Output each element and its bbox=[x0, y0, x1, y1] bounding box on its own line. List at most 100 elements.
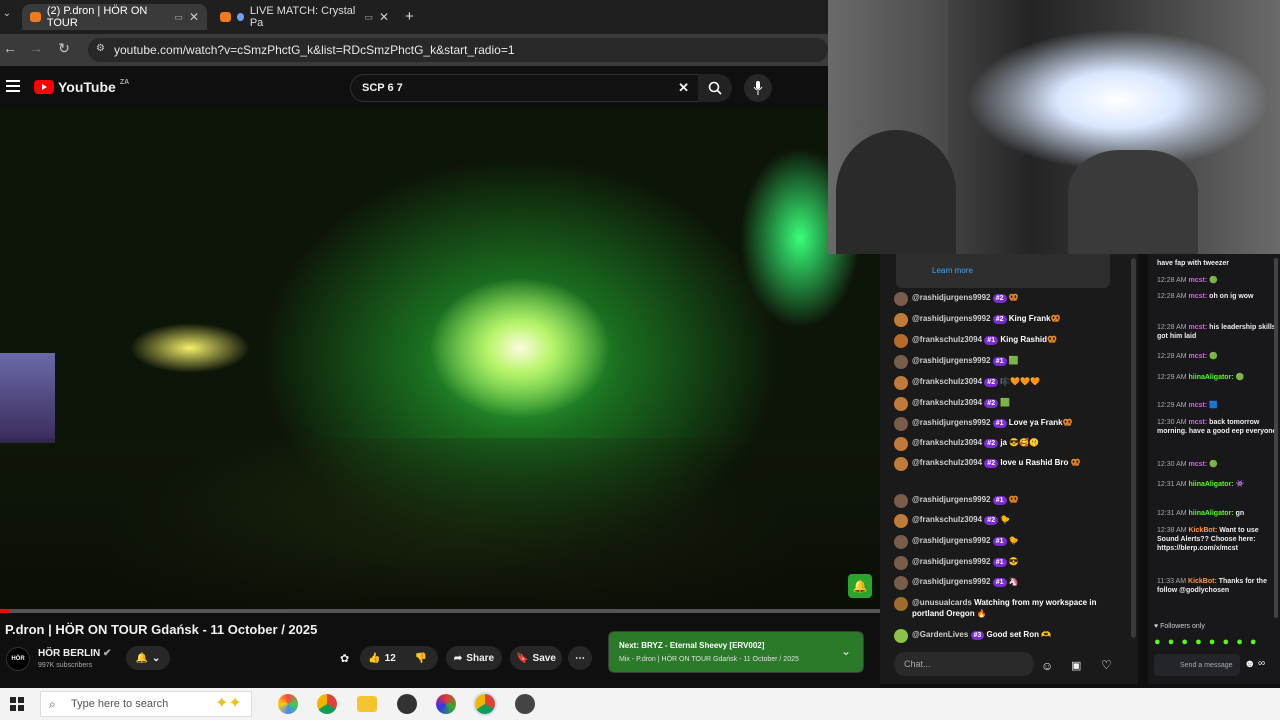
kick-username[interactable]: mcst: bbox=[1189, 277, 1208, 284]
microphone-tray-icon[interactable]: 🎙 bbox=[1116, 695, 1130, 708]
kick-username[interactable]: hiinaAligator: bbox=[1189, 374, 1234, 381]
learn-more-link[interactable]: Learn more bbox=[932, 266, 973, 275]
windows-start-icon[interactable] bbox=[10, 697, 24, 716]
chat-username[interactable]: @rashidjurgens9992 bbox=[912, 314, 991, 323]
channel-avatar[interactable]: HÖR bbox=[6, 647, 30, 671]
more-actions-button[interactable]: ⋯ bbox=[568, 646, 592, 670]
kick-username[interactable]: KickBot: bbox=[1188, 578, 1217, 585]
avatar[interactable] bbox=[894, 292, 908, 306]
chat-username[interactable]: @rashidjurgens9992 bbox=[912, 495, 991, 504]
chevron-down-icon[interactable]: ⌄ bbox=[841, 644, 851, 658]
avatar[interactable] bbox=[894, 376, 908, 390]
chat-username[interactable]: @frankschulz3094 bbox=[912, 398, 982, 407]
kick-username[interactable]: mcst: bbox=[1189, 324, 1208, 331]
super-chat-icon[interactable]: ▣ bbox=[1071, 659, 1081, 672]
close-tab-icon[interactable]: ✕ bbox=[379, 10, 389, 24]
like-button[interactable]: 👍 12 bbox=[360, 646, 404, 670]
notification-center-icon[interactable]: 🗨 bbox=[1244, 695, 1259, 709]
tab-youtube[interactable]: (2) P.dron | HÖR ON TOUR ▭ ✕ bbox=[22, 4, 207, 30]
chat-username[interactable]: @rashidjurgens9992 bbox=[912, 536, 991, 545]
kick-username[interactable]: hiinaAligator: bbox=[1189, 481, 1234, 488]
chat-username[interactable]: @rashidjurgens9992 bbox=[912, 557, 991, 566]
kick-username[interactable]: mcst: bbox=[1189, 461, 1208, 468]
clear-search-icon[interactable]: ✕ bbox=[678, 80, 689, 96]
chat-username[interactable]: @rashidjurgens9992 bbox=[912, 577, 991, 586]
kick-username[interactable]: mcst: bbox=[1189, 293, 1208, 300]
clock[interactable]: 13:54 2025/11/22 bbox=[1186, 691, 1236, 713]
network-icon[interactable]: ⇆ bbox=[1134, 695, 1143, 708]
chat-input[interactable]: Chat... bbox=[894, 652, 1034, 676]
chat-username[interactable]: @rashidjurgens9992 bbox=[912, 293, 991, 302]
avatar[interactable] bbox=[894, 556, 908, 570]
avatar[interactable] bbox=[894, 437, 908, 451]
chat-scrollbar[interactable] bbox=[1131, 258, 1136, 638]
avatar[interactable] bbox=[894, 334, 908, 348]
kick-username[interactable]: mcst: bbox=[1189, 402, 1208, 409]
search-input[interactable]: SCP 6 7 ✕ bbox=[350, 74, 700, 102]
kick-username[interactable]: mcst: bbox=[1189, 353, 1208, 360]
notifications-subscribed-button[interactable]: 🔔 ⌄ bbox=[126, 646, 170, 670]
kick-chat-scrollbar[interactable] bbox=[1274, 258, 1278, 618]
youtube-logo[interactable]: YouTube ZA bbox=[34, 79, 129, 95]
close-tab-icon[interactable]: ✕ bbox=[189, 10, 199, 24]
forward-arrow-icon[interactable]: → bbox=[26, 40, 46, 56]
search-highlight-icon[interactable]: ✦✦ bbox=[215, 693, 242, 713]
chat-username[interactable]: @frankschulz3094 bbox=[912, 438, 982, 447]
video-progress-track[interactable] bbox=[0, 609, 880, 613]
dislike-button[interactable]: 👎 bbox=[404, 646, 438, 670]
avatar[interactable] bbox=[894, 417, 908, 431]
address-bar[interactable]: ⚙ youtube.com/watch?v=cSmzPhctG_k&list=R… bbox=[88, 38, 828, 62]
emoji-icon[interactable]: ☺ bbox=[1041, 659, 1053, 673]
kick-username[interactable]: hiinaAligator: bbox=[1189, 510, 1234, 517]
heart-icon[interactable]: ♡ bbox=[1101, 658, 1112, 672]
copilot-icon[interactable] bbox=[278, 694, 298, 714]
site-info-icon[interactable]: ⚙ bbox=[96, 43, 105, 54]
kick-emote-picker-icon[interactable]: ☻ bbox=[1244, 658, 1256, 670]
kick-message-input[interactable]: Send a message bbox=[1154, 654, 1240, 676]
save-button[interactable]: 🔖 Save bbox=[510, 646, 562, 670]
kick-settings-icon[interactable]: ∞ bbox=[1258, 658, 1265, 669]
video-player[interactable]: 🔔 bbox=[0, 108, 880, 613]
avatar[interactable] bbox=[894, 494, 908, 508]
avatar[interactable] bbox=[894, 397, 908, 411]
avatar[interactable] bbox=[894, 355, 908, 369]
voice-search-button[interactable] bbox=[744, 74, 772, 102]
tab-list-chevron-icon[interactable]: ⌄ bbox=[0, 8, 14, 19]
tray-chevron-up-icon[interactable]: ⌃ bbox=[1097, 695, 1106, 708]
input-language[interactable]: ENG bbox=[1155, 698, 1177, 709]
kick-username[interactable]: mcst: bbox=[1189, 419, 1208, 426]
kick-username[interactable]: KickBot: bbox=[1189, 527, 1218, 534]
chat-username[interactable]: @rashidjurgens9992 bbox=[912, 356, 991, 365]
avatar[interactable] bbox=[894, 535, 908, 549]
emote-bar[interactable]: ● ● ● ● ● ● ● ● bbox=[1154, 636, 1259, 648]
up-next-banner[interactable]: Next: BRYZ - Eternal Sheevy [ERV002] Mix… bbox=[608, 631, 864, 673]
notification-bell-icon[interactable]: 🔔 bbox=[848, 574, 872, 598]
tab-live-match[interactable]: LIVE MATCH: Crystal Pa ▭ ✕ bbox=[212, 4, 397, 30]
chrome-icon[interactable] bbox=[317, 694, 337, 714]
chat-username[interactable]: @GardenLives bbox=[912, 630, 968, 639]
chat-username[interactable]: @frankschulz3094 bbox=[912, 377, 982, 386]
chat-username[interactable]: @frankschulz3094 bbox=[912, 515, 982, 524]
avatar[interactable] bbox=[894, 313, 908, 327]
avatar[interactable] bbox=[894, 576, 908, 590]
chat-username[interactable]: @rashidjurgens9992 bbox=[912, 418, 991, 427]
avatar[interactable] bbox=[894, 457, 908, 471]
share-button[interactable]: ➦ Share bbox=[446, 646, 502, 670]
chat-username[interactable]: @frankschulz3094 bbox=[912, 458, 982, 467]
file-explorer-icon[interactable] bbox=[357, 696, 377, 712]
back-arrow-icon[interactable]: ← bbox=[0, 40, 20, 56]
avatar[interactable] bbox=[894, 597, 908, 611]
reload-icon[interactable]: ↻ bbox=[54, 40, 74, 57]
channel-name-link[interactable]: HÖR BERLIN ✔ bbox=[38, 648, 111, 659]
chat-username[interactable]: @frankschulz3094 bbox=[912, 335, 982, 344]
new-tab-plus-icon[interactable]: + bbox=[405, 8, 414, 25]
menu-hamburger-icon[interactable] bbox=[6, 80, 20, 92]
chrome-active-icon[interactable] bbox=[475, 694, 495, 714]
gear-icon[interactable]: ✿ bbox=[340, 652, 349, 665]
search-button[interactable] bbox=[698, 74, 732, 102]
app-icon[interactable] bbox=[515, 694, 535, 714]
avatar[interactable] bbox=[894, 629, 908, 643]
avatar[interactable] bbox=[894, 514, 908, 528]
edge-dev-icon[interactable] bbox=[436, 694, 456, 714]
obs-icon[interactable] bbox=[397, 694, 417, 714]
